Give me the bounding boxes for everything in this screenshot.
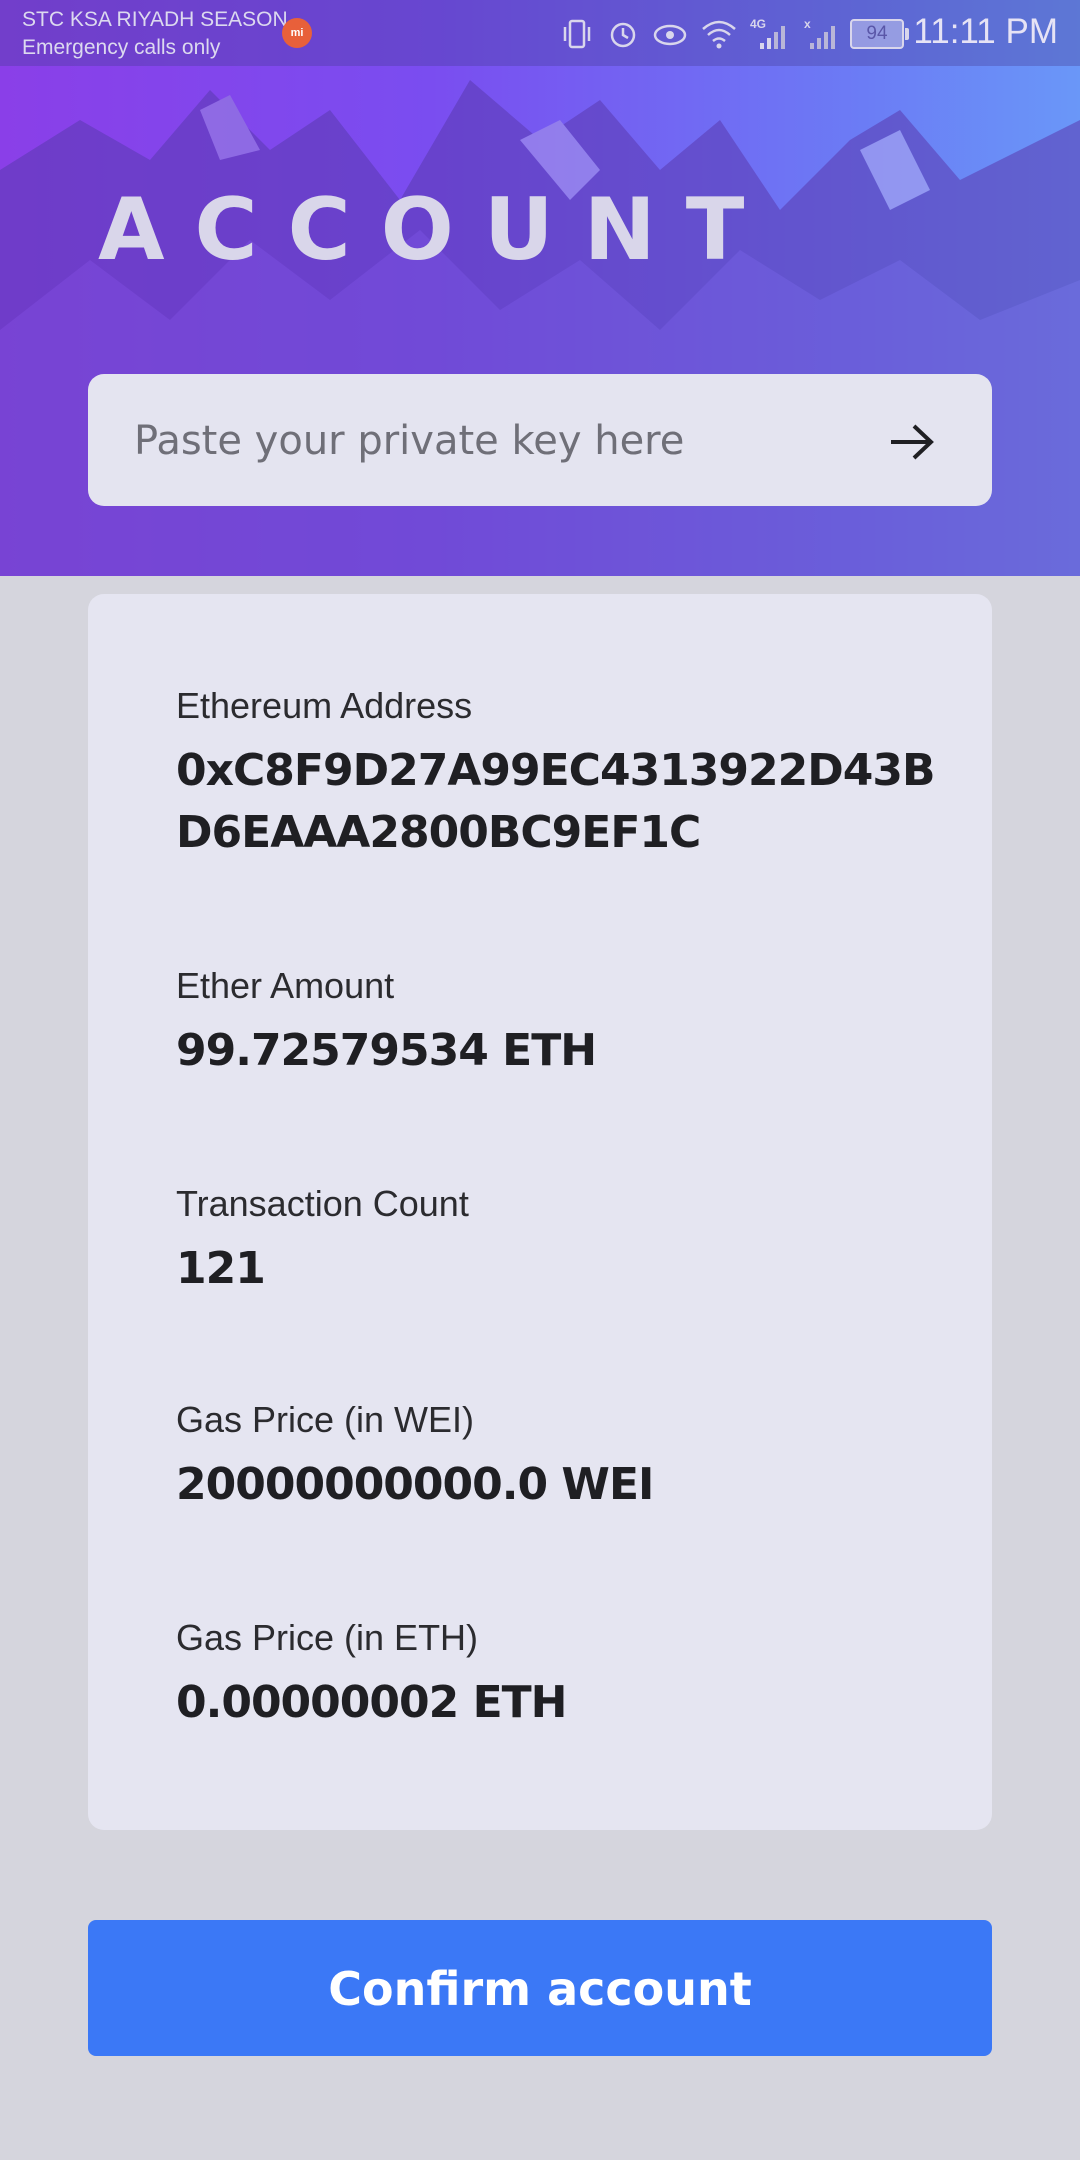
signal-no-sim-icon: x [804,17,835,49]
address-field: Ethereum Address 0xC8F9D27A99EC4313922D4… [176,684,936,864]
submit-key-button[interactable] [884,414,940,470]
page-title: ACCOUNT [98,180,775,280]
gas-eth-label: Gas Price (in ETH) [176,1617,479,1658]
battery-icon: 94 [850,19,909,49]
app-notification-icon: mi [282,18,312,48]
confirm-account-button[interactable]: Confirm account [88,1920,992,2056]
tx-count-label: Transaction Count [176,1183,469,1224]
gas-wei-label: Gas Price (in WEI) [176,1399,475,1440]
alarm-icon [610,22,636,48]
gas-eth-field: Gas Price (in ETH) 0.00000002 ETH [176,1616,936,1734]
carrier-info: STC KSA RIYADH SEASON Emergency calls on… [22,6,288,62]
ether-value: 99.72579534 ETH [176,1025,597,1076]
private-key-field[interactable] [88,374,992,506]
gas-eth-value: 0.00000002 ETH [176,1677,567,1728]
private-key-input[interactable] [132,404,896,478]
tx-count-value: 121 [176,1243,266,1294]
tx-count-field: Transaction Count 121 [176,1182,936,1300]
status-bar: STC KSA RIYADH SEASON Emergency calls on… [0,0,1080,66]
gas-wei-field: Gas Price (in WEI) 20000000000.0 WEI [176,1398,936,1516]
vibrate-icon [563,19,591,49]
address-value: 0xC8F9D27A99EC4313922D43BD6EAAA2800BC9EF… [176,745,936,858]
account-details-card: Ethereum Address 0xC8F9D27A99EC4313922D4… [88,594,992,1830]
status-icons: 4G x 94 [560,14,909,54]
network-note: Emergency calls only [22,36,221,59]
signal-icon: 4G [750,17,790,51]
status-time: 11:11 PM [913,12,1058,51]
arrow-right-icon [891,424,934,460]
ether-field: Ether Amount 99.72579534 ETH [176,964,936,1082]
wifi-icon [702,20,736,49]
gas-wei-value: 20000000000.0 WEI [176,1459,654,1510]
ether-label: Ether Amount [176,965,395,1006]
address-label: Ethereum Address [176,685,473,726]
eye-comfort-icon [653,24,687,46]
carrier-name: STC KSA RIYADH SEASON [22,8,288,31]
svg-text:x: x [804,17,811,31]
